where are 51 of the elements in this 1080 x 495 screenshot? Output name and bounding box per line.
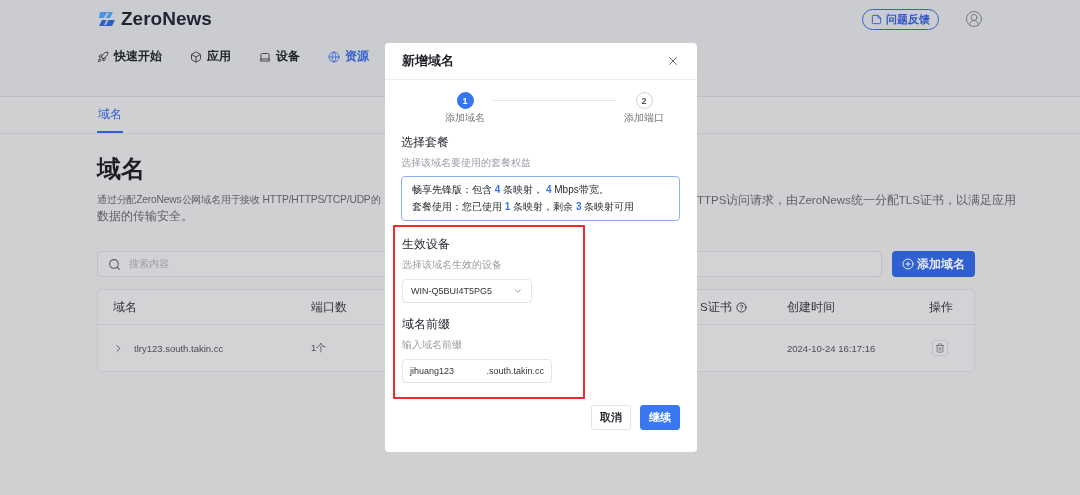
continue-button[interactable]: 继续 [640,405,680,430]
plan-card[interactable]: 畅享先锋版：包含 4 条映射， 4 Mbps带宽。 套餐使用：您已使用 1 条映射，剩余 3 条映射可用 [401,176,680,221]
hint-text: 选择该域名要使用的套餐权益 [401,156,532,170]
trash-icon [935,343,945,353]
column-header: 操作 [929,299,953,315]
page-title: 域名 [97,154,145,184]
close-button[interactable] [666,54,680,68]
table-cell: 1个 [311,341,327,355]
step-label: 添加端口 [624,112,664,125]
help-icon[interactable] [735,301,747,313]
cube-icon [190,50,202,63]
description-text: 数据的传输安全。 [97,209,194,224]
dialog-title: 新增域名 [402,52,455,70]
plan-text: 畅享先锋版：包含 4 条映射， 4 Mbps带宽。 [412,183,610,197]
rocket-icon [97,50,109,63]
step-number: 1 [456,92,474,109]
nav-item[interactable]: 资源 [328,48,369,65]
column-header: 端口数 [311,299,347,315]
tab[interactable]: 域名 [97,97,123,133]
add-domain-button[interactable]: 添加域名 [892,251,975,277]
nav-item[interactable]: 快速开始 [97,48,162,65]
hint-text: 输入域名前缀 [402,338,463,352]
step-label: 添加域名 [445,112,485,125]
chevron-down-icon [513,286,523,296]
laptop-icon [259,50,271,63]
hint-text: 选择该域名生效的设备 [402,258,503,272]
table-cell: tlry123.south.takin.cc [134,342,224,354]
description-text: TTPS访问请求，由ZeroNews统一分配TLS证书，以满足应用 [697,193,1016,208]
search-icon [108,257,121,271]
prefix-input-field[interactable]: jihuang123 .south.takin.cc [402,359,552,383]
description-text: 通过分配ZeroNews公网域名用于接收 HTTP/HTTPS/TCP/UDP的 [97,193,382,207]
cancel-button[interactable]: 取消 [591,405,631,430]
column-header: 创建时间 [787,299,835,315]
column-header: 域名 [113,299,137,315]
section-title: 域名前缀 [402,317,451,332]
user-avatar-icon[interactable] [965,10,983,28]
step-number: 2 [635,92,653,109]
brand-name: ZeroNews [121,8,212,30]
section-title: 生效设备 [402,237,451,252]
globe-icon [328,50,340,63]
column-header: S证书 [700,299,732,315]
device-select[interactable]: WIN-Q5BUI4T5PG5 [402,279,532,303]
plus-icon [902,258,914,270]
section-title: 选择套餐 [401,135,450,150]
table-cell: 2024-10-24 16:17:16 [787,342,876,354]
note-icon [871,13,882,25]
delete-button[interactable] [932,340,948,356]
logo-icon [97,11,117,27]
nav-item[interactable]: 设备 [259,48,300,65]
nav-item[interactable]: 应用 [190,48,231,65]
plan-text: 套餐使用：您已使用 1 条映射，剩余 3 条映射可用 [412,200,636,214]
